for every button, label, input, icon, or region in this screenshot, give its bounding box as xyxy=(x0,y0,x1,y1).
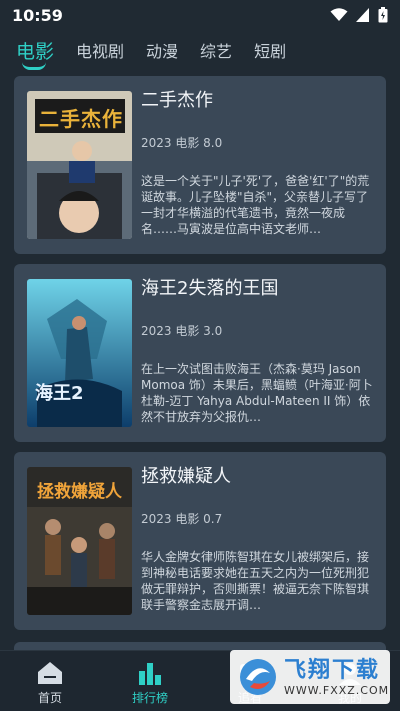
nav-label: 首页 xyxy=(37,690,62,705)
movie-list[interactable]: 二手杰作 二手杰作 2023 电影 8.0 这是一个关于"儿子'死'了，爸爸'红… xyxy=(14,76,386,650)
movie-description: 这是一个关于"儿子'死'了，爸爸'红'了"的荒诞故事。儿子坠楼"自杀"，父亲替儿… xyxy=(141,174,370,236)
tab-label: 电影 xyxy=(16,40,55,63)
active-tab-indicator xyxy=(22,62,46,70)
nav-label: 排行榜 xyxy=(131,690,168,705)
movie-meta: 2023 电影 8.0 xyxy=(141,136,223,150)
tab-short-drama[interactable]: 短剧 xyxy=(254,38,286,62)
movie-poster: 二手杰作 xyxy=(27,91,132,239)
tab-anime[interactable]: 动漫 xyxy=(146,38,178,62)
nav-ranking[interactable]: 排行榜 xyxy=(110,657,190,706)
category-tabs: 电影 电视剧 动漫 综艺 短剧 xyxy=(0,30,400,70)
tab-label: 动漫 xyxy=(146,42,179,61)
movie-meta: 2023 电影 3.0 xyxy=(141,324,223,338)
status-bar: 10:59 xyxy=(0,0,400,30)
status-icons xyxy=(330,7,388,23)
wifi-icon xyxy=(330,8,348,21)
movie-title: 海王2失落的王国 xyxy=(141,278,279,299)
movie-card-partial[interactable] xyxy=(14,642,386,650)
watermark-title: 飞翔下载 xyxy=(284,657,381,683)
watermark-url: WWW.FXXZ.COM xyxy=(284,683,390,697)
status-time: 10:59 xyxy=(12,5,63,25)
movie-poster: 拯救嫌疑人 xyxy=(27,467,132,615)
poster-title-text: 二手杰作 xyxy=(39,107,123,131)
home-icon xyxy=(38,661,62,684)
tab-tv-series[interactable]: 电视剧 xyxy=(76,38,124,62)
battery-icon xyxy=(378,7,388,23)
tab-variety[interactable]: 综艺 xyxy=(200,38,232,62)
movie-description: 华人金牌女律师陈智琪在女儿被绑架后，接到神秘电话要求她在五天之内为一位死刑犯做无… xyxy=(141,550,370,612)
signal-icon xyxy=(356,8,369,22)
tab-label: 综艺 xyxy=(200,42,233,61)
movie-card[interactable]: 海王2 海王2失落的王国 2023 电影 3.0 在上一次试图击败海王（杰森·莫… xyxy=(14,264,386,442)
movie-title: 拯救嫌疑人 xyxy=(141,466,231,487)
movie-poster: 海王2 xyxy=(27,279,132,427)
watermark-logo: 飞翔下载 WWW.FXXZ.COM xyxy=(230,650,390,704)
movie-card[interactable]: 二手杰作 二手杰作 2023 电影 8.0 这是一个关于"儿子'死'了，爸爸'红… xyxy=(14,76,386,254)
tab-label: 电视剧 xyxy=(76,42,125,61)
nav-home[interactable]: 首页 xyxy=(10,657,90,706)
movie-title: 二手杰作 xyxy=(141,90,213,111)
movie-card[interactable]: 拯救嫌疑人 拯救嫌疑人 2023 电影 0.7 华人金牌女律师陈智琪在女儿被绑架… xyxy=(14,452,386,630)
poster-title-text: 拯救嫌疑人 xyxy=(37,482,122,502)
watermark-swirl-icon xyxy=(240,659,276,695)
movie-meta: 2023 电影 0.7 xyxy=(141,512,223,526)
ranking-chart-icon xyxy=(139,662,161,685)
tab-label: 短剧 xyxy=(254,42,287,61)
movie-description: 在上一次试图击败海王（杰森·莫玛 Jason Momoa 饰）未果后，黑蝠鲼（叶… xyxy=(141,362,373,424)
tab-movie[interactable]: 电影 xyxy=(16,37,55,70)
poster-title-text: 海王2 xyxy=(35,383,84,404)
